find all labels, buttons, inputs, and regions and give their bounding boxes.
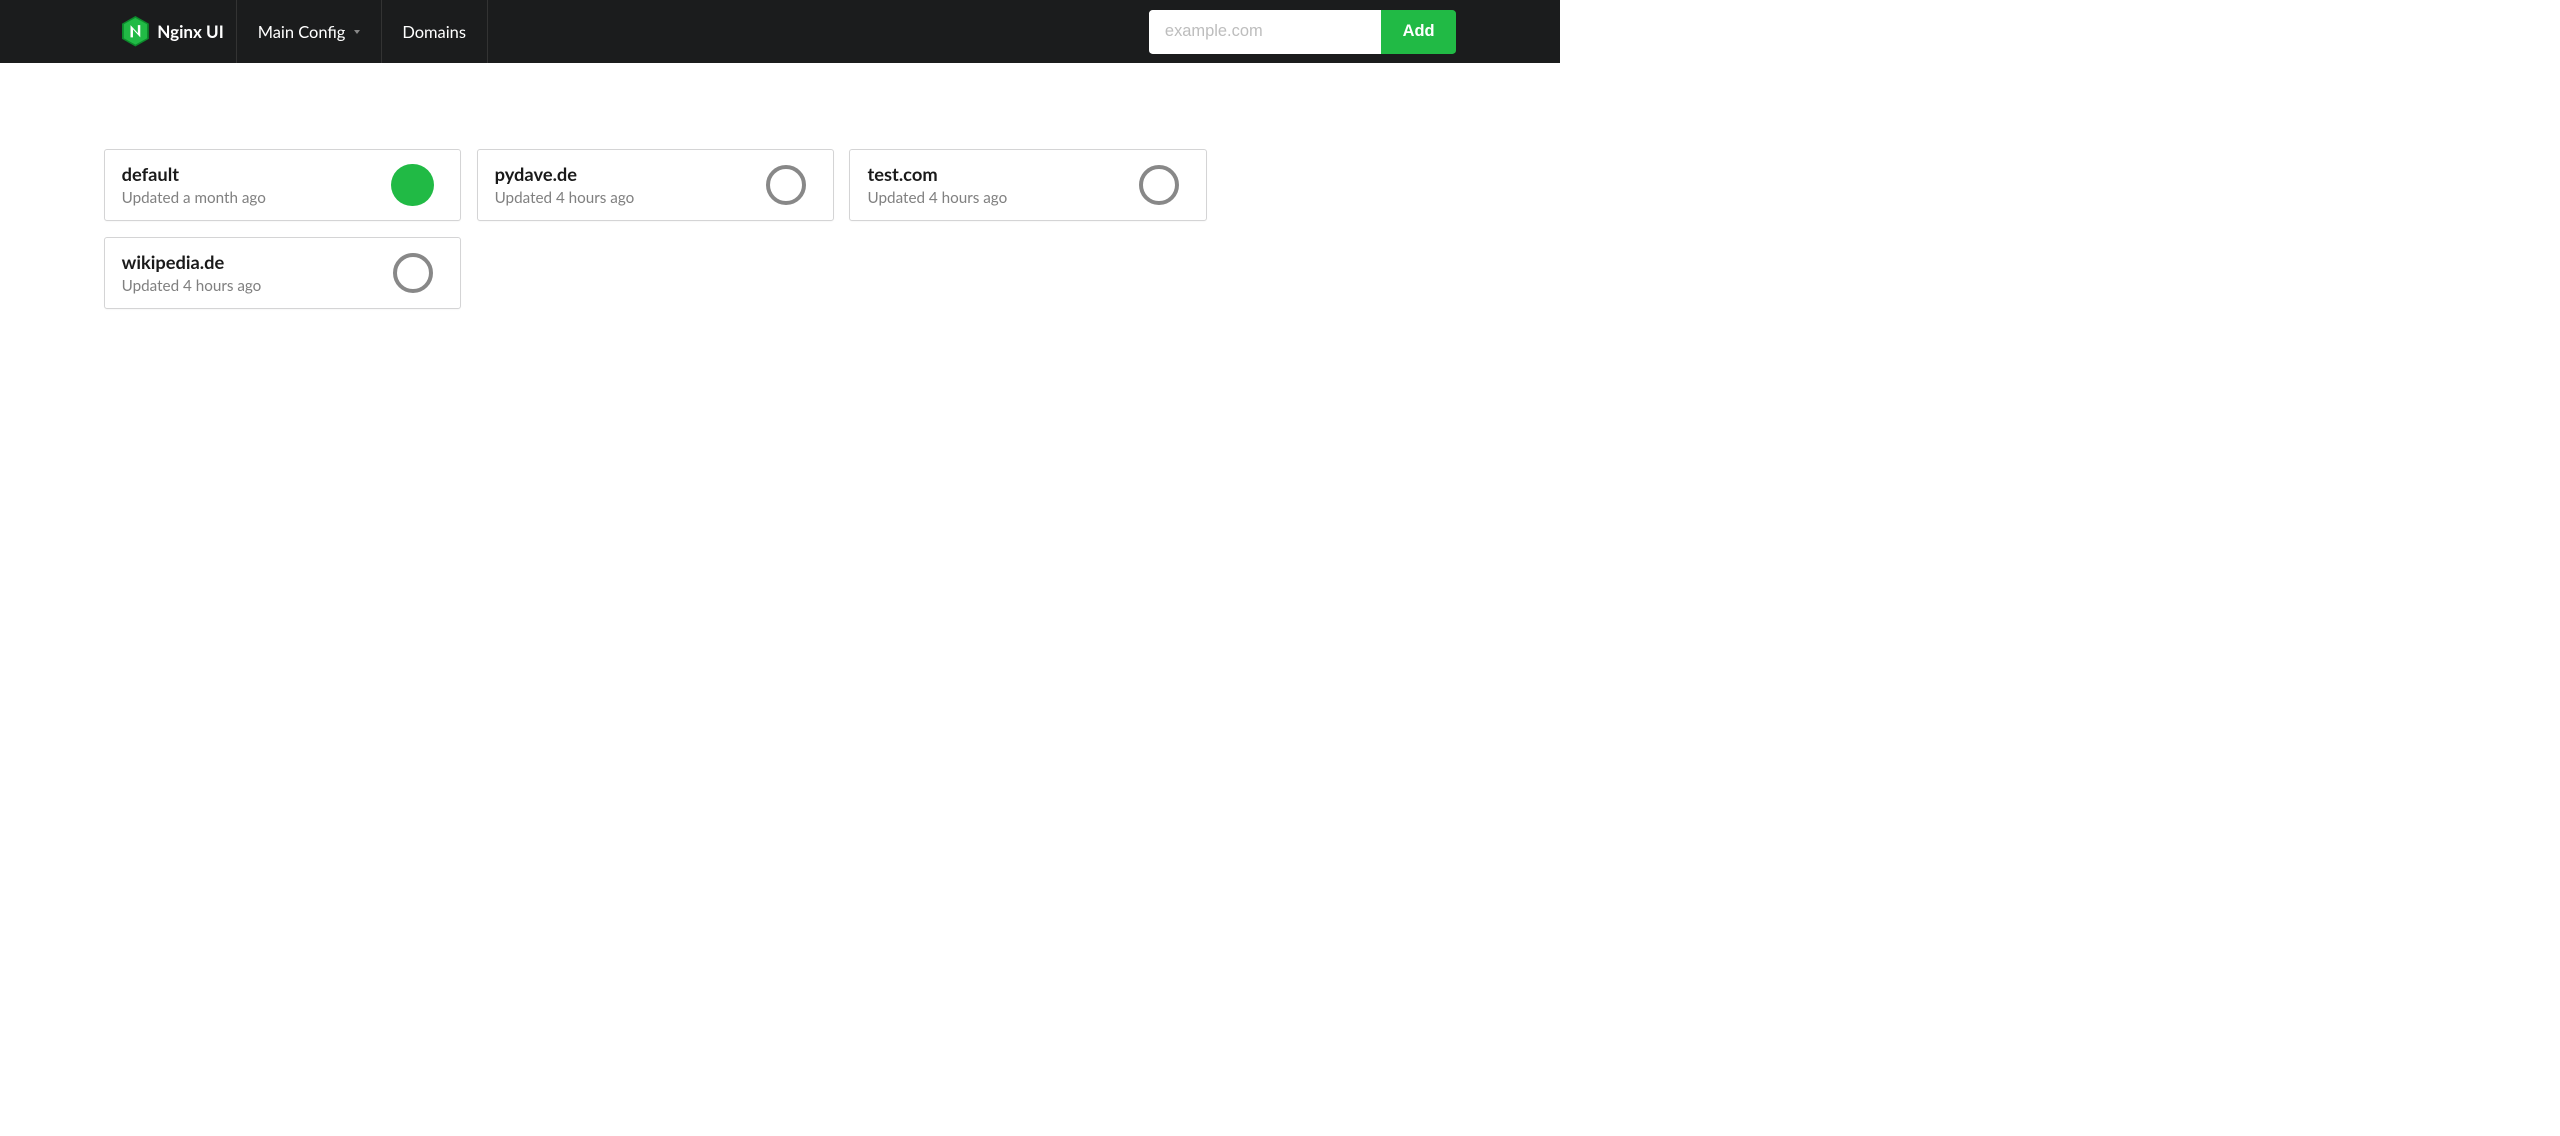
caret-down-icon — [354, 30, 360, 34]
domain-input[interactable] — [1149, 10, 1381, 54]
circle-outline-icon — [393, 253, 433, 293]
nav-left: Nginx UI Main Config Domains — [0, 0, 488, 63]
card-info: default Updated a month ago — [122, 163, 266, 207]
domain-updated: Updated 4 hours ago — [495, 189, 635, 207]
domain-card[interactable]: test.com Updated 4 hours ago — [849, 149, 1206, 221]
domain-name: wikipedia.de — [122, 251, 262, 273]
nav-main-config-label: Main Config — [258, 22, 346, 42]
status-enabled-icon[interactable] — [391, 164, 434, 207]
brand[interactable]: Nginx UI — [122, 0, 237, 63]
domain-card[interactable]: pydave.de Updated 4 hours ago — [477, 149, 834, 221]
nav-main-config[interactable]: Main Config — [237, 0, 382, 63]
status-disabled-icon[interactable] — [1137, 164, 1180, 207]
domain-name: test.com — [868, 163, 1008, 185]
nav-right: Add — [1149, 0, 1560, 63]
circle-filled-icon — [391, 164, 434, 207]
navbar: Nginx UI Main Config Domains Add — [0, 0, 1560, 63]
domain-updated: Updated 4 hours ago — [868, 189, 1008, 207]
card-info: test.com Updated 4 hours ago — [868, 163, 1008, 207]
circle-outline-icon — [1139, 165, 1179, 205]
main-container: default Updated a month ago pydave.de Updat… — [0, 63, 1560, 309]
domain-name: pydave.de — [495, 163, 635, 185]
nav-domains[interactable]: Domains — [382, 0, 488, 63]
status-disabled-icon[interactable] — [391, 252, 434, 295]
status-disabled-icon[interactable] — [764, 164, 807, 207]
circle-outline-icon — [766, 165, 806, 205]
nginx-logo-icon — [122, 16, 149, 46]
domain-updated: Updated 4 hours ago — [122, 277, 262, 295]
nav-domains-label: Domains — [402, 22, 466, 42]
brand-name: Nginx UI — [157, 21, 224, 42]
card-info: pydave.de Updated 4 hours ago — [495, 163, 635, 207]
add-button[interactable]: Add — [1381, 10, 1457, 54]
add-domain-form: Add — [1149, 10, 1456, 54]
domain-name: default — [122, 163, 266, 185]
domain-card[interactable]: wikipedia.de Updated 4 hours ago — [104, 237, 461, 309]
domain-card[interactable]: default Updated a month ago — [104, 149, 461, 221]
card-info: wikipedia.de Updated 4 hours ago — [122, 251, 262, 295]
domain-updated: Updated a month ago — [122, 189, 266, 207]
domain-cards-grid: default Updated a month ago pydave.de Updat… — [104, 149, 1207, 310]
